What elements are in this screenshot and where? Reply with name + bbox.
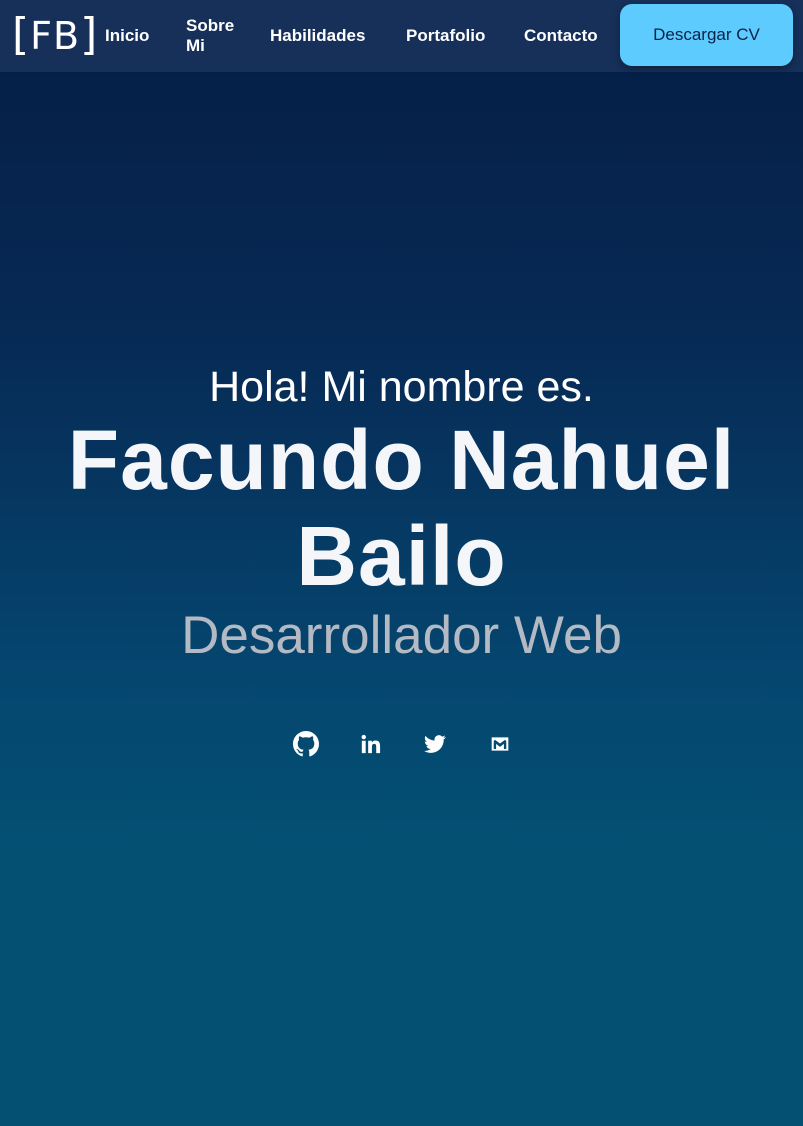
hero-role: Desarrollador Web — [181, 606, 622, 665]
download-cv-button[interactable]: Descargar CV — [620, 4, 793, 66]
twitter-icon[interactable] — [420, 728, 450, 760]
nav-link-inicio[interactable]: Inicio — [105, 0, 149, 72]
navbar: [FB] Inicio Sobre Mi Habilidades Portafo… — [0, 0, 803, 72]
nav-link-contacto[interactable]: Contacto — [524, 0, 598, 72]
social-links — [0, 728, 803, 760]
logo[interactable]: [FB] — [12, 10, 98, 61]
nav-link-sobre-mi[interactable]: Sobre Mi — [186, 0, 246, 72]
hero-name: Facundo Nahuel Bailo — [67, 413, 736, 603]
logo-text: FB — [30, 14, 81, 58]
mail-icon[interactable] — [485, 728, 515, 760]
linkedin-icon[interactable] — [356, 728, 386, 760]
nav-link-habilidades[interactable]: Habilidades — [270, 0, 365, 72]
hero-greeting: Hola! Mi nombre es. — [209, 363, 594, 411]
nav-link-portafolio[interactable]: Portafolio — [406, 0, 485, 72]
github-icon[interactable] — [291, 728, 321, 760]
